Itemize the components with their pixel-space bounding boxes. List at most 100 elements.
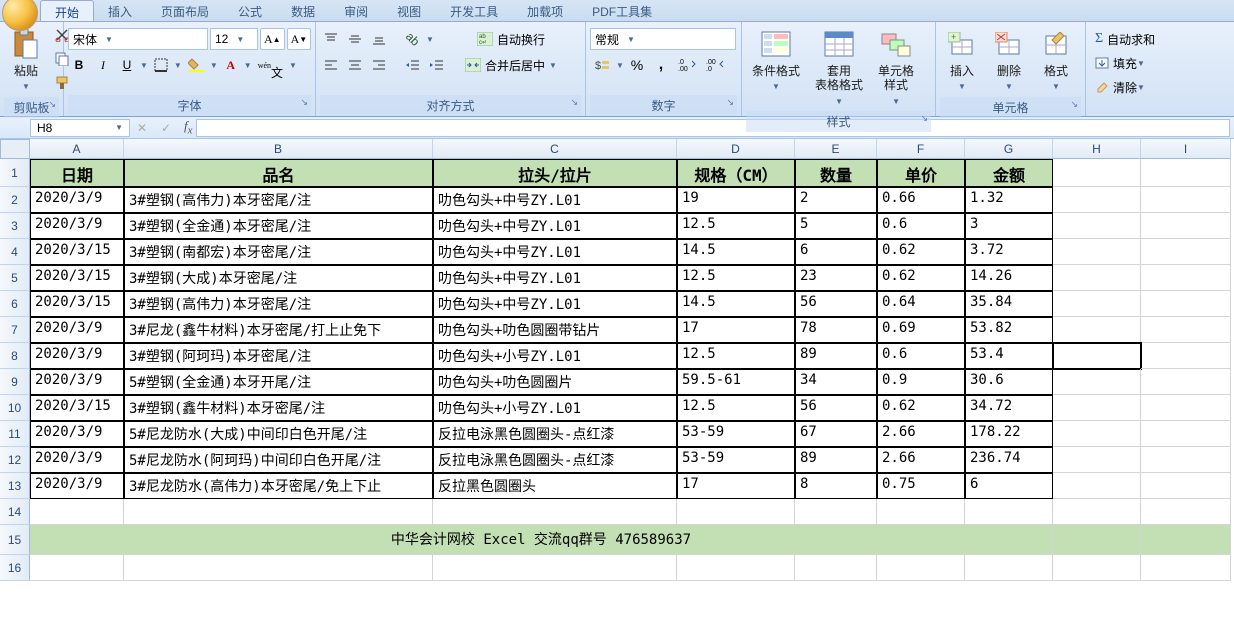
worksheet[interactable]: 12345678910111213141516 ABCDEFGHI 日期品名拉头… [0,139,1234,620]
row-header-4[interactable]: 4 [0,239,30,265]
increase-indent-button[interactable] [426,54,448,76]
cell-B7[interactable]: 3#尼龙(鑫牛材料)本牙密尾/打上止免下 [124,317,433,343]
col-header-A[interactable]: A [30,139,124,159]
cell-I3[interactable] [1141,213,1231,239]
col-header-I[interactable]: I [1141,139,1231,159]
cell-B13[interactable]: 3#尼龙防水(高伟力)本牙密尾/免上下止 [124,473,433,499]
cell-E3[interactable]: 5 [795,213,877,239]
cell-I6[interactable] [1141,291,1231,317]
increase-decimal-button[interactable]: .0.00 [674,54,700,76]
font-color-button[interactable]: A [220,54,242,76]
cell-H6[interactable] [1053,291,1141,317]
align-center-button[interactable] [344,54,366,76]
cell-B5[interactable]: 3#塑钢(大成)本牙密尾/注 [124,265,433,291]
cell-G1[interactable]: 金额 [965,159,1053,187]
tab-3[interactable]: 公式 [224,0,277,21]
cell-H15[interactable] [1053,525,1141,555]
cell-C8[interactable]: 叻色勾头+小号ZY.L01 [433,343,677,369]
cell-D16[interactable] [677,555,795,581]
cell-C5[interactable]: 叻色勾头+中号ZY.L01 [433,265,677,291]
cell-B16[interactable] [124,555,433,581]
align-middle-button[interactable] [344,28,366,50]
cell-G11[interactable]: 178.22 [965,421,1053,447]
cell-H14[interactable] [1053,499,1141,525]
cell-E2[interactable]: 2 [795,187,877,213]
col-header-B[interactable]: B [124,139,433,159]
name-box[interactable]: H8▼ [30,119,130,137]
col-header-D[interactable]: D [677,139,795,159]
cell-G8[interactable]: 53.4 [965,343,1053,369]
cell-A1[interactable]: 日期 [30,159,124,187]
cell-D7[interactable]: 17 [677,317,795,343]
cell-H4[interactable] [1053,239,1141,265]
percent-button[interactable]: % [626,54,648,76]
insert-cells-button[interactable]: + 插入▼ [940,24,984,97]
align-right-button[interactable] [368,54,390,76]
cell-E9[interactable]: 34 [795,369,877,395]
cell-E4[interactable]: 6 [795,239,877,265]
cell-E7[interactable]: 78 [795,317,877,343]
cell-G12[interactable]: 236.74 [965,447,1053,473]
tab-5[interactable]: 审阅 [330,0,383,21]
tab-1[interactable]: 插入 [94,0,147,21]
align-bottom-button[interactable] [368,28,390,50]
cell-B3[interactable]: 3#塑钢(全金通)本牙密尾/注 [124,213,433,239]
currency-button[interactable]: $ [590,54,614,76]
tab-7[interactable]: 开发工具 [436,0,513,21]
cell-B14[interactable] [124,499,433,525]
cell-I10[interactable] [1141,395,1231,421]
cell-A12[interactable]: 2020/3/9 [30,447,124,473]
select-all-corner[interactable] [0,139,30,159]
cell-I7[interactable] [1141,317,1231,343]
row-header-6[interactable]: 6 [0,291,30,317]
cell-D6[interactable]: 14.5 [677,291,795,317]
cell-E13[interactable]: 8 [795,473,877,499]
cell-B2[interactable]: 3#塑钢(高伟力)本牙密尾/注 [124,187,433,213]
cell-F8[interactable]: 0.6 [877,343,965,369]
cell-H5[interactable] [1053,265,1141,291]
row-header-3[interactable]: 3 [0,213,30,239]
merge-center-button[interactable]: 合并后居中 ▼ [458,54,564,76]
tab-8[interactable]: 加载项 [513,0,578,21]
cell-B11[interactable]: 5#尼龙防水(大成)中间印白色开尾/注 [124,421,433,447]
cell-H8[interactable] [1053,343,1141,369]
cell-D13[interactable]: 17 [677,473,795,499]
cell-I11[interactable] [1141,421,1231,447]
cell-F1[interactable]: 单价 [877,159,965,187]
row-header-8[interactable]: 8 [0,343,30,369]
cell-D3[interactable]: 12.5 [677,213,795,239]
tab-2[interactable]: 页面布局 [147,0,224,21]
clear-button[interactable]: 清除 ▼ [1090,76,1150,98]
cell-D9[interactable]: 59.5-61 [677,369,795,395]
cell-F11[interactable]: 2.66 [877,421,965,447]
cell-I9[interactable] [1141,369,1231,395]
cell-H10[interactable] [1053,395,1141,421]
cancel-formula-button[interactable]: ✕ [130,121,154,135]
cell-I14[interactable] [1141,499,1231,525]
cell-F5[interactable]: 0.62 [877,265,965,291]
paste-button[interactable]: 粘贴▼ [4,24,48,97]
font-name-select[interactable]: 宋体▼ [68,28,208,50]
cell-C6[interactable]: 叻色勾头+中号ZY.L01 [433,291,677,317]
cell-H16[interactable] [1053,555,1141,581]
fx-icon[interactable]: fx [184,118,192,137]
cell-E11[interactable]: 67 [795,421,877,447]
cell-C14[interactable] [433,499,677,525]
row-header-1[interactable]: 1 [0,159,30,187]
cell-I1[interactable] [1141,159,1231,187]
cell-F4[interactable]: 0.62 [877,239,965,265]
row-header-7[interactable]: 7 [0,317,30,343]
cell-styles-button[interactable]: 单元格 样式▼ [872,24,920,111]
cell-C2[interactable]: 叻色勾头+中号ZY.L01 [433,187,677,213]
cell-F9[interactable]: 0.9 [877,369,965,395]
cell-B6[interactable]: 3#塑钢(高伟力)本牙密尾/注 [124,291,433,317]
cell-A2[interactable]: 2020/3/9 [30,187,124,213]
cell-H7[interactable] [1053,317,1141,343]
cell-G16[interactable] [965,555,1053,581]
number-format-select[interactable]: 常规▼ [590,28,736,50]
row-header-13[interactable]: 13 [0,473,30,499]
delete-cells-button[interactable]: 删除▼ [987,24,1031,97]
cell-G9[interactable]: 30.6 [965,369,1053,395]
tab-9[interactable]: PDF工具集 [578,0,667,21]
col-header-G[interactable]: G [965,139,1053,159]
